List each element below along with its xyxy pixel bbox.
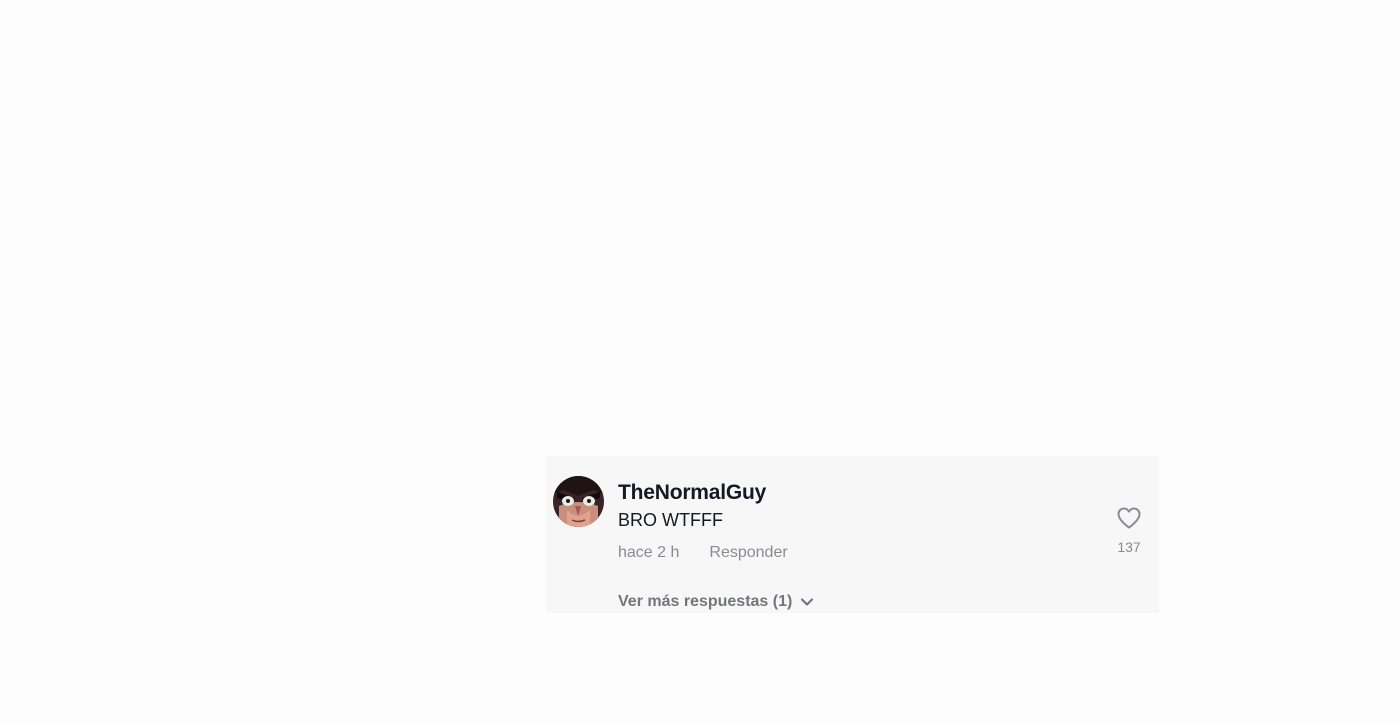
comment-username[interactable]: TheNormalGuy (618, 480, 1089, 506)
avatar[interactable] (553, 476, 604, 527)
chevron-down-icon (800, 597, 814, 607)
like-button[interactable]: 137 (1109, 506, 1149, 555)
heart-outline-icon (1116, 506, 1142, 535)
view-more-replies-label: Ver más respuestas (1) (618, 593, 793, 610)
like-count: 137 (1117, 539, 1141, 555)
comment-timestamp: hace 2 h (618, 544, 680, 561)
comment-content: TheNormalGuy BRO WTFFF hace 2 h Responde… (618, 480, 1089, 563)
comment-text: BRO WTFFF (618, 510, 723, 530)
cartoon-face-avatar-icon (553, 476, 604, 527)
comment-item: TheNormalGuy BRO WTFFF hace 2 h Responde… (546, 456, 1159, 613)
view-more-replies-button[interactable]: Ver más respuestas (1) (618, 592, 814, 612)
reply-button[interactable]: Responder (709, 543, 787, 563)
page: TheNormalGuy BRO WTFFF hace 2 h Responde… (0, 0, 1400, 722)
comment-meta: hace 2 h Responder (618, 543, 1089, 563)
